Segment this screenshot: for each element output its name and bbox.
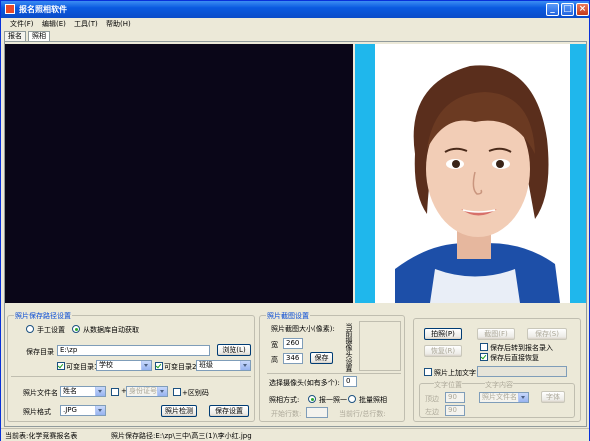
window-title: 报名照相软件 <box>19 5 67 14</box>
height-label: 高 <box>271 356 278 364</box>
text-content-value: 照片文件名 <box>482 393 517 401</box>
exam-no-select[interactable]: 身份证号 <box>126 386 168 397</box>
format-label: 照片格式 <box>23 408 51 416</box>
text-content-label: 文字内容 <box>485 380 513 390</box>
add-text-label: 照片上加文字 <box>434 369 476 377</box>
exam-no-checkbox[interactable] <box>111 388 119 396</box>
menu-tools[interactable]: 工具(T) <box>74 19 98 29</box>
menu-edit[interactable]: 编辑(E) <box>42 19 66 29</box>
minimize-button[interactable]: _ <box>546 3 559 16</box>
menu-help[interactable]: 帮助(H) <box>106 19 131 29</box>
mode-single-radio[interactable] <box>308 395 316 403</box>
text-pos-label: 文字位置 <box>434 380 462 390</box>
app-icon <box>5 4 15 14</box>
text-content-select[interactable]: 照片文件名 <box>479 392 529 403</box>
add-text-checkbox[interactable] <box>424 368 432 376</box>
pos-top-spinner[interactable]: 90 <box>445 392 465 403</box>
filename-value: 姓名 <box>63 387 77 395</box>
tab-photo[interactable]: 照相 <box>28 31 50 41</box>
portrait-illustration <box>375 44 570 303</box>
photo-check-button[interactable]: 照片检测 <box>161 405 197 417</box>
format-value: .JPG <box>63 406 77 414</box>
chevron-down-icon <box>95 387 105 396</box>
title-bar[interactable]: 报名照相软件 _ □ × <box>1 1 589 18</box>
left-label: 左边 <box>425 408 439 416</box>
width-input[interactable]: 260 <box>283 338 303 349</box>
font-button[interactable]: 字体 <box>541 391 565 403</box>
tab-signup[interactable]: 报名 <box>4 31 26 41</box>
portrait-photo <box>375 44 570 303</box>
var-dir1-value: 学校 <box>99 361 113 369</box>
distinguish-label: +区别码 <box>182 389 209 397</box>
captured-photo-panel <box>355 44 586 303</box>
menu-file[interactable]: 文件(F) <box>10 19 34 29</box>
restore-button[interactable]: 恢复(R) <box>424 345 462 357</box>
var-dir1-checkbox[interactable] <box>57 362 65 370</box>
browse-button[interactable]: 浏览(L) <box>217 344 251 356</box>
chevron-down-icon <box>157 387 167 396</box>
crop-size-label: 照片截图大小(像素): <box>271 325 335 333</box>
main-window: 报名照相软件 _ □ × 文件(F) 编辑(E) 工具(T) 帮助(H) 报名 … <box>0 0 590 441</box>
mode-batch-radio[interactable] <box>348 395 356 403</box>
start-row-input[interactable] <box>306 407 328 418</box>
status-current-table: 当前表:化学竞赛报名表 <box>5 432 78 440</box>
height-input[interactable]: 346 <box>283 353 303 364</box>
manual-radio-label: 手工设置 <box>37 326 65 334</box>
filename-label: 照片文件名 <box>23 389 58 397</box>
save-dir-label: 保存目录 <box>26 348 54 356</box>
direct-restore-checkbox[interactable] <box>480 353 488 361</box>
save-settings-button[interactable]: 保存设置 <box>209 405 249 417</box>
tab-strip: 报名 照相 <box>1 30 589 41</box>
camera-spinner[interactable]: 0 <box>343 376 357 387</box>
menu-bar: 文件(F) 编辑(E) 工具(T) 帮助(H) <box>1 18 589 29</box>
filename-select[interactable]: 姓名 <box>60 386 106 397</box>
start-row-label: 开始行数: <box>271 410 302 418</box>
divider <box>267 373 401 374</box>
camera-preview-box <box>359 321 401 371</box>
maximize-button[interactable]: □ <box>561 3 574 16</box>
pos-left-spinner[interactable]: 90 <box>445 405 465 416</box>
chevron-down-icon <box>95 406 105 415</box>
format-select[interactable]: .JPG <box>60 405 106 416</box>
exam-no-value: 身份证号 <box>129 387 157 395</box>
camera-settings-vertical-label: 当前摄像头设置 <box>345 323 353 372</box>
current-row-label: 当前行/总行数: <box>339 410 386 418</box>
camera-preview[interactable] <box>5 44 353 303</box>
db-radio[interactable] <box>72 325 80 333</box>
divider <box>11 376 251 377</box>
manual-radio[interactable] <box>26 325 34 333</box>
var-dir2-select[interactable]: 班级 <box>196 360 251 371</box>
db-radio-label: 从数据库自动获取 <box>83 326 139 334</box>
status-save-path: 照片保存路径:E:\zp\三中\高三(1)\李小红.jpg <box>111 432 252 440</box>
save-path-group-label: 照片保存路径设置 <box>14 311 72 321</box>
crop-save-button[interactable]: 保存 <box>310 352 333 364</box>
camera-select-label: 选择摄像头(如有多个): <box>269 379 340 387</box>
crop-group-label: 照片截图设置 <box>266 311 310 321</box>
width-label: 宽 <box>271 341 278 349</box>
var-dir2-label: 可变目录2 <box>164 363 197 371</box>
auto-next-label: 保存后转到报名录入 <box>490 344 553 352</box>
crop-button[interactable]: 截图(F) <box>477 328 515 340</box>
var-dir2-value: 班级 <box>199 361 213 369</box>
top-label: 顶边 <box>425 395 439 403</box>
status-bar: 当前表:化学竞赛报名表 照片保存路径:E:\zp\三中\高三(1)\李小红.jp… <box>1 428 589 441</box>
mode-batch-label: 批量照相 <box>359 396 387 404</box>
add-text-input[interactable] <box>477 366 567 377</box>
var-dir2-checkbox[interactable] <box>155 362 163 370</box>
var-dir1-select[interactable]: 学校 <box>96 360 152 371</box>
chevron-down-icon <box>141 361 151 370</box>
close-button[interactable]: × <box>576 3 589 16</box>
save-photo-button[interactable]: 保存(S) <box>527 328 567 340</box>
mode-label: 照相方式: <box>269 396 300 404</box>
direct-restore-label: 保存后直接恢复 <box>490 354 539 362</box>
shoot-button[interactable]: 拍照(P) <box>424 328 462 340</box>
save-dir-input[interactable]: E:\zp <box>57 345 210 356</box>
var-dir1-label: 可变目录1 <box>66 363 99 371</box>
chevron-down-icon <box>240 361 250 370</box>
chevron-down-icon <box>518 393 528 402</box>
distinguish-checkbox[interactable] <box>173 388 181 396</box>
mode-single-label: 报一照一 <box>319 396 347 404</box>
auto-next-checkbox[interactable] <box>480 343 488 351</box>
